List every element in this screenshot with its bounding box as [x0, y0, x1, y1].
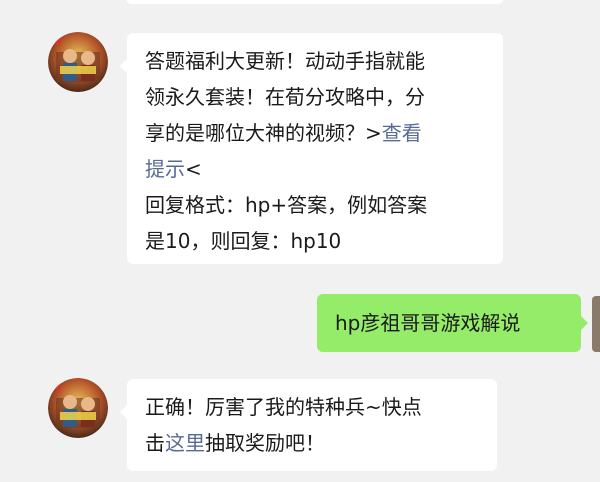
message-line: 击这里抽取奖励吧！	[145, 425, 481, 461]
message-line: 领永久套装！在荀分攻略中，分	[145, 85, 425, 109]
previous-message-bubble	[126, 0, 504, 4]
game-character-avatar-icon	[48, 378, 108, 438]
game-character-avatar-icon	[48, 32, 108, 92]
message-bubble[interactable]: 答题福利大更新！动动手指就能 领永久套装！在荀分攻略中，分 享的是哪位大神的视频…	[120, 33, 503, 264]
message-text: 抽取奖励吧！	[205, 431, 325, 455]
message-line: 正确！厉害了我的特种兵~快点	[145, 395, 422, 419]
sender-avatar[interactable]	[48, 378, 108, 438]
message-text: 击	[145, 431, 165, 455]
hint-link[interactable]: 提示	[145, 157, 185, 181]
message-text: 享的是哪位大神的视频？>	[145, 121, 382, 145]
message-text: <	[185, 157, 202, 181]
message-line: 享的是哪位大神的视频？>查看	[145, 115, 487, 151]
message-bubble-self[interactable]: hp彦祖哥哥游戏解说	[317, 294, 588, 352]
sender-avatar[interactable]	[48, 32, 108, 92]
message-bubble[interactable]: 正确！厉害了我的特种兵~快点 击这里抽取奖励吧！	[120, 379, 497, 471]
message-text: hp彦祖哥哥游戏解说	[335, 311, 521, 335]
message-line: 答题福利大更新！动动手指就能	[145, 49, 425, 73]
message-line: 回复格式：hp+答案，例如答案	[145, 193, 428, 217]
message-line: 是10，则回复：hp10	[145, 229, 342, 253]
self-avatar[interactable]	[592, 296, 600, 352]
hint-link[interactable]: 查看	[382, 121, 422, 145]
reward-link[interactable]: 这里	[165, 431, 205, 455]
message-line: 提示<	[145, 151, 487, 187]
